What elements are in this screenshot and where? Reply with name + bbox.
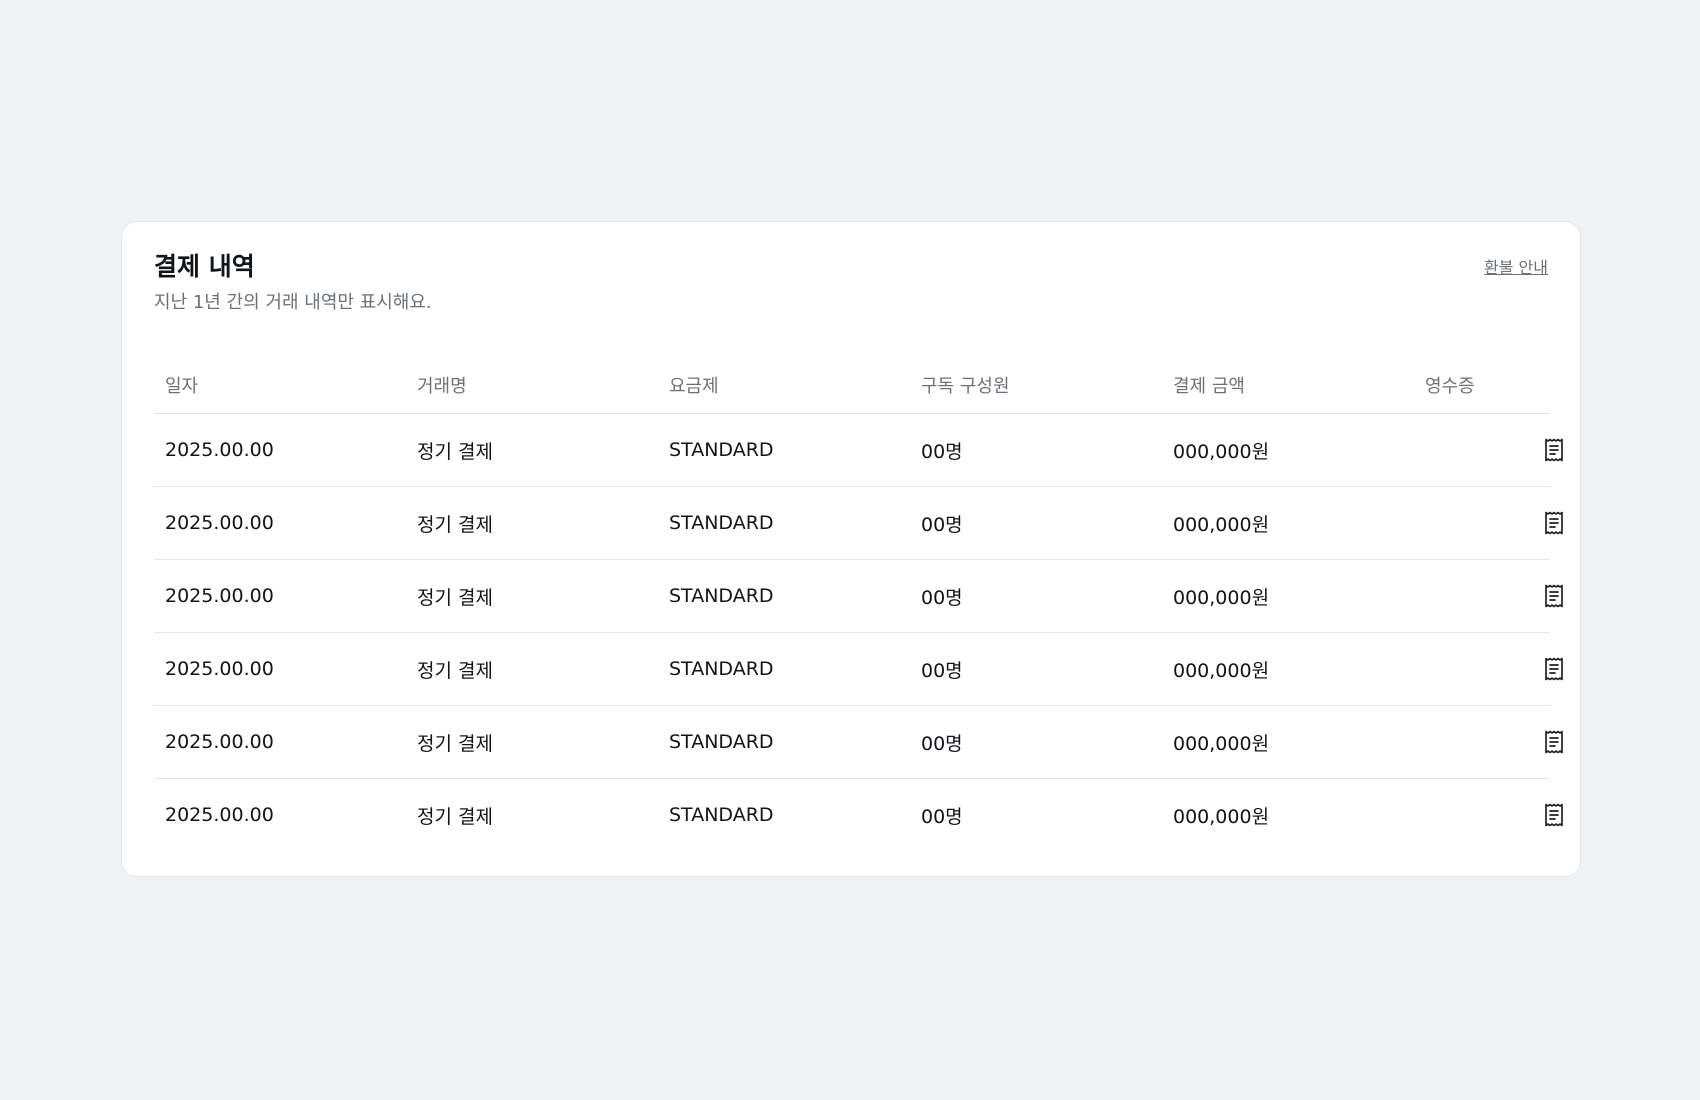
cell-members: 00명 [910, 486, 1162, 560]
cell-members: 00명 [910, 559, 1162, 633]
header-date: 일자 [154, 357, 406, 414]
cell-members: 00명 [910, 632, 1162, 706]
cell-amount: 000,000원 [1162, 632, 1414, 706]
header-transaction-name: 거래명 [406, 357, 658, 414]
receipt-icon[interactable] [1542, 437, 1566, 463]
header-plan: 요금제 [658, 357, 910, 414]
cell-amount: 000,000원 [1173, 805, 1270, 828]
cell-members: 00명 [910, 413, 1162, 487]
cell-members: 00명 [910, 705, 1162, 779]
table-row: 2025.00.00 정기 결제 STANDARD 00명 000,000원 [154, 413, 1563, 487]
cell-transaction-name: 정기 결제 [406, 486, 658, 560]
table-row: 2025.00.00 정기 결제 STANDARD 00명 000,000원 [154, 559, 1563, 633]
cell-date: 2025.00.00 [165, 804, 274, 826]
receipt-icon[interactable] [1542, 510, 1566, 536]
page-title: 결제 내역 [154, 252, 255, 281]
page-subtitle: 지난 1년 간의 거래 내역만 표시해요. [154, 292, 432, 313]
receipt-icon[interactable] [1542, 583, 1566, 609]
cell-plan: STANDARD [658, 632, 910, 706]
table-row: 2025.00.00 정기 결제 STANDARD 00명 000,000원 [154, 705, 1563, 779]
cell-plan: STANDARD [658, 413, 910, 487]
cell-amount: 000,000원 [1162, 413, 1414, 487]
cell-receipt [1414, 779, 1563, 852]
table-row: 2025.00.00 정기 결제 STANDARD 00명 000,000원 [154, 486, 1563, 560]
cell-amount: 000,000원 [1162, 486, 1414, 560]
cell-receipt [1414, 559, 1563, 633]
cell-transaction-name: 정기 결제 [406, 413, 658, 487]
cell-members: 00명 [921, 805, 963, 828]
payment-table: 일자 거래명 요금제 구독 구성원 결제 금액 영수증 2025.00.00 정… [154, 357, 1563, 852]
refund-guide-link[interactable]: 환불 안내 [1484, 254, 1548, 278]
receipt-icon[interactable] [1542, 729, 1566, 755]
cell-receipt [1414, 413, 1563, 487]
card-header: 결제 내역 지난 1년 간의 거래 내역만 표시해요. 환불 안내 [154, 252, 1548, 314]
cell-plan: STANDARD [658, 705, 910, 779]
table-row: 2025.00.00 정기 결제 STANDARD 00명 000,000원 [154, 779, 1563, 852]
header-receipt: 영수증 [1414, 357, 1550, 414]
cell-plan: STANDARD [669, 804, 774, 826]
cell-amount: 000,000원 [1162, 559, 1414, 633]
cell-receipt [1414, 486, 1563, 560]
cell-date: 2025.00.00 [154, 705, 406, 779]
cell-plan: STANDARD [658, 559, 910, 633]
cell-date: 2025.00.00 [154, 413, 406, 487]
table-header-row: 일자 거래명 요금제 구독 구성원 결제 금액 영수증 [154, 357, 1550, 414]
receipt-icon[interactable] [1542, 802, 1566, 828]
cell-amount: 000,000원 [1162, 705, 1414, 779]
payment-history-card: 결제 내역 지난 1년 간의 거래 내역만 표시해요. 환불 안내 일자 거래명… [121, 221, 1581, 877]
cell-transaction-name: 정기 결제 [417, 805, 493, 828]
table-row: 2025.00.00 정기 결제 STANDARD 00명 000,000원 [154, 632, 1563, 706]
cell-transaction-name: 정기 결제 [406, 632, 658, 706]
cell-receipt [1414, 705, 1563, 779]
cell-receipt [1414, 632, 1563, 706]
cell-plan: STANDARD [658, 486, 910, 560]
receipt-icon[interactable] [1542, 656, 1566, 682]
header-members: 구독 구성원 [910, 357, 1162, 414]
cell-date: 2025.00.00 [154, 632, 406, 706]
header-amount: 결제 금액 [1162, 357, 1414, 414]
cell-transaction-name: 정기 결제 [406, 705, 658, 779]
cell-date: 2025.00.00 [154, 486, 406, 560]
cell-date: 2025.00.00 [154, 559, 406, 633]
cell-transaction-name: 정기 결제 [406, 559, 658, 633]
